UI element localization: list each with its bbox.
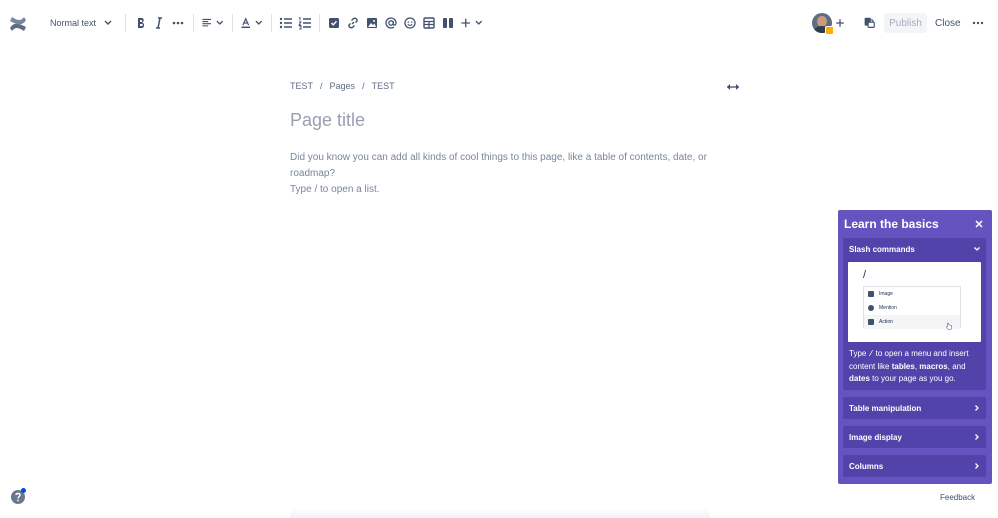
demo-menu-item-label: Action	[879, 319, 893, 325]
image-icon	[367, 18, 377, 28]
restrictions-button[interactable]	[862, 11, 876, 35]
chevron-right-icon	[975, 405, 979, 411]
slash-command-demo: / Image Mention Action	[848, 262, 981, 342]
numbered-list-icon	[298, 16, 311, 30]
section-columns[interactable]: Columns	[843, 455, 986, 477]
text-style-dropdown[interactable]: Normal text	[50, 11, 118, 35]
description-bold: macros	[919, 362, 948, 371]
insert-icon	[461, 18, 471, 28]
breadcrumb-item-page[interactable]: TEST	[372, 81, 395, 91]
demo-menu-item-label: Image	[879, 291, 893, 297]
chevron-down-icon	[255, 20, 263, 25]
section-header[interactable]: Slash commands	[843, 238, 986, 260]
bold-button[interactable]	[133, 11, 149, 35]
chevron-right-icon	[975, 434, 979, 440]
description-bold: dates	[849, 374, 870, 383]
bottom-shadow	[290, 508, 710, 518]
text-color-dropdown[interactable]	[240, 11, 264, 35]
demo-menu-item: Image	[864, 287, 960, 301]
section-image-display[interactable]: Image display	[843, 426, 986, 448]
editor-placeholder-line: Did you know you can add all kinds of co…	[290, 152, 707, 179]
section-header[interactable]: Columns	[843, 455, 986, 477]
publish-button[interactable]: Publish	[884, 13, 927, 33]
more-actions-button[interactable]	[970, 11, 986, 35]
confluence-logo-icon[interactable]	[9, 15, 27, 33]
invite-button[interactable]	[833, 11, 847, 35]
section-header[interactable]: Table manipulation	[843, 397, 986, 419]
breadcrumb-item-space[interactable]: TEST	[290, 81, 313, 91]
breadcrumb-separator: /	[320, 81, 323, 91]
italic-icon	[156, 17, 162, 29]
text-style-label: Normal text	[50, 18, 97, 28]
chevron-right-icon	[975, 463, 979, 469]
alignment-dropdown[interactable]	[201, 11, 225, 35]
action-item-icon	[329, 18, 339, 28]
chevron-down-icon	[104, 20, 112, 25]
chevron-down-icon	[475, 20, 483, 25]
toolbar-divider	[271, 14, 272, 32]
action-item-icon	[868, 319, 874, 325]
notification-dot	[21, 488, 26, 493]
breadcrumb-item-pages[interactable]: Pages	[330, 81, 356, 91]
image-button[interactable]	[364, 11, 380, 35]
toolbar-divider	[125, 14, 126, 32]
link-button[interactable]	[345, 11, 361, 35]
mention-icon	[868, 305, 874, 311]
close-icon[interactable]	[974, 219, 984, 229]
section-header[interactable]: Image display	[843, 426, 986, 448]
pointer-cursor-icon	[946, 322, 952, 330]
bullet-list-icon	[279, 17, 292, 29]
panel-title: Learn the basics	[844, 217, 939, 231]
breadcrumb: TEST / Pages / TEST	[290, 81, 395, 91]
more-formatting-icon	[172, 21, 184, 25]
link-icon	[348, 17, 358, 29]
chevron-down-icon[interactable]	[973, 245, 981, 253]
more-formatting-button[interactable]	[170, 11, 186, 35]
action-item-button[interactable]	[326, 11, 342, 35]
section-table-manipulation[interactable]: Table manipulation	[843, 397, 986, 419]
table-button[interactable]	[421, 11, 437, 35]
image-icon	[868, 291, 874, 297]
layouts-button[interactable]	[440, 11, 456, 35]
insert-dropdown[interactable]	[460, 11, 484, 35]
emoji-icon	[404, 17, 416, 29]
toolbar-divider	[193, 14, 194, 32]
restrictions-icon	[864, 17, 875, 28]
section-description: Type / to open a menu and insert content…	[849, 348, 982, 385]
table-icon	[423, 17, 435, 29]
numbered-list-button[interactable]	[297, 11, 313, 35]
editor-toolbar: Normal text Publish Close	[0, 0, 998, 46]
mention-icon	[385, 17, 397, 29]
align-icon	[202, 18, 212, 27]
invite-icon	[836, 19, 844, 27]
italic-button[interactable]	[151, 11, 167, 35]
editor-placeholder-line: Type / to open a list.	[290, 184, 380, 195]
bold-icon	[138, 18, 145, 28]
emoji-button[interactable]	[402, 11, 418, 35]
layouts-icon	[443, 18, 453, 28]
more-icon	[972, 21, 984, 25]
description-text: Type	[849, 349, 869, 358]
full-width-toggle-icon[interactable]	[726, 82, 740, 92]
page-title-input[interactable]: Page title	[290, 110, 365, 131]
editor-body[interactable]: Did you know you can add all kinds of co…	[290, 150, 750, 198]
bullet-list-button[interactable]	[278, 11, 294, 35]
chevron-down-icon	[216, 20, 224, 25]
toolbar-divider	[232, 14, 233, 32]
close-button[interactable]: Close	[935, 13, 961, 33]
text-color-icon	[241, 17, 251, 29]
description-text: , and	[947, 362, 966, 371]
description-text: to your page as you go.	[869, 374, 956, 383]
demo-menu-item: Mention	[864, 301, 960, 315]
section-slash-commands: Slash commands / Image Mention Action Ty…	[843, 238, 986, 390]
demo-menu-item-label: Mention	[879, 305, 897, 311]
demo-slash: /	[863, 269, 867, 281]
mention-button[interactable]	[383, 11, 399, 35]
breadcrumb-separator: /	[362, 81, 365, 91]
description-bold: tables	[891, 362, 915, 371]
feedback-link[interactable]: Feedback	[940, 493, 975, 502]
toolbar-divider	[319, 14, 320, 32]
